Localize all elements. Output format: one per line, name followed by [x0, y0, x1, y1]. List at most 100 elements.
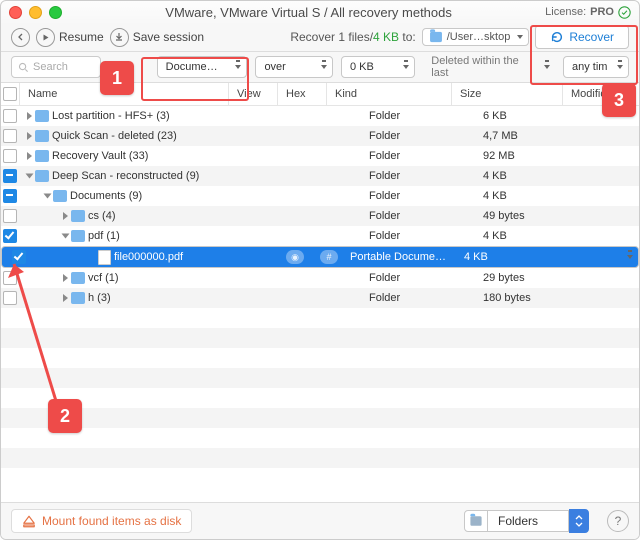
row-checkbox[interactable]: [3, 271, 17, 285]
row-checkbox[interactable]: [12, 250, 26, 264]
row-checkbox[interactable]: [3, 209, 17, 223]
toolbar: Resume Save session Recover 1 files/4 KB…: [1, 23, 639, 52]
row-checkbox[interactable]: [3, 109, 17, 123]
disclosure-icon[interactable]: [63, 212, 68, 220]
row-name: Quick Scan - deleted (23): [52, 130, 177, 142]
folder-icon: [35, 170, 49, 182]
table-row[interactable]: Recovery Vault (33)Folder92 MB: [1, 146, 639, 166]
row-kind: Folder: [365, 190, 479, 202]
resume-button[interactable]: Resume: [36, 28, 104, 47]
table-row[interactable]: vcf (1) Folder29 bytes: [1, 268, 639, 288]
download-icon: [110, 28, 129, 47]
filter-bar: Search Docume… over 0 KB Deleted within …: [1, 52, 639, 83]
table-row[interactable]: pdf (1)Folder4 KB: [1, 226, 639, 246]
search-icon: [18, 62, 29, 73]
table-row[interactable]: Documents (9)Folder4 KB: [1, 186, 639, 206]
table-row-empty: [1, 328, 639, 348]
disclosure-icon[interactable]: [63, 294, 68, 302]
recover-icon: [550, 30, 564, 44]
mount-icon: [22, 515, 36, 528]
folder-icon: [71, 292, 85, 304]
row-name: Deep Scan - reconstructed (9): [52, 170, 199, 182]
row-kind: Portable Docume…: [346, 251, 460, 263]
table-body: Lost partition - HFS+ (3)Folder6 KBQuick…: [1, 106, 639, 506]
close-icon[interactable]: [9, 6, 22, 19]
row-kind: Folder: [365, 292, 479, 304]
back-button[interactable]: [11, 28, 30, 47]
recover-button[interactable]: Recover: [535, 25, 629, 49]
row-checkbox[interactable]: [3, 149, 17, 163]
row-name: h (3): [88, 292, 111, 304]
table-row[interactable]: Lost partition - HFS+ (3)Folder6 KB: [1, 106, 639, 126]
window-controls: [9, 6, 62, 19]
folder-icon: [35, 110, 49, 122]
play-icon: [36, 28, 55, 47]
table-row[interactable]: h (3)Folder180 bytes: [1, 288, 639, 308]
view-mode-select[interactable]: Folders: [464, 509, 589, 533]
folder-icon: [464, 510, 488, 532]
arrow-left-icon: [11, 28, 30, 47]
col-view[interactable]: View: [229, 83, 278, 105]
select-all-checkbox[interactable]: [3, 87, 17, 101]
row-name: Recovery Vault (33): [52, 150, 148, 162]
table-row[interactable]: Quick Scan - deleted (23) Folder4,7 MB: [1, 126, 639, 146]
row-size: 4,7 MB: [479, 130, 579, 142]
table-row[interactable]: Deep Scan - reconstructed (9) Folder4 KB: [1, 166, 639, 186]
col-hex[interactable]: Hex: [278, 83, 327, 105]
minimize-icon[interactable]: [29, 6, 42, 19]
folder-icon: [430, 32, 442, 42]
row-kind: Folder: [365, 272, 479, 284]
kind-filter[interactable]: Docume…: [157, 56, 248, 78]
row-size: 4 KB: [479, 230, 579, 242]
save-session-button[interactable]: Save session: [110, 28, 204, 47]
disclosure-icon[interactable]: [62, 234, 70, 239]
col-kind[interactable]: Kind: [327, 83, 452, 105]
disclosure-icon[interactable]: [27, 112, 32, 120]
disclosure-icon[interactable]: [27, 152, 32, 160]
folder-icon: [71, 210, 85, 222]
row-size: 4 KB: [479, 170, 579, 182]
disclosure-icon[interactable]: [44, 194, 52, 199]
table-row-empty: [1, 368, 639, 388]
license-status: License: PRO: [545, 6, 631, 19]
search-input[interactable]: Search: [11, 56, 101, 78]
disclosure-icon[interactable]: [26, 174, 34, 179]
preview-icon[interactable]: ◉: [286, 250, 304, 264]
table-row[interactable]: cs (4)Folder49 bytes: [1, 206, 639, 226]
help-button[interactable]: ?: [607, 510, 629, 532]
hex-icon[interactable]: #: [320, 250, 338, 264]
row-checkbox[interactable]: [3, 291, 17, 305]
time-filter[interactable]: any tim: [563, 56, 629, 78]
table-row[interactable]: file000000.pdf◉#Portable Docume…4 KB: [1, 246, 639, 268]
disclosure-icon[interactable]: [63, 274, 68, 282]
size-op-filter[interactable]: over: [255, 56, 333, 78]
row-checkbox[interactable]: [3, 129, 17, 143]
callout-3: 3: [602, 83, 636, 117]
disclosure-icon[interactable]: [27, 132, 32, 140]
row-size: 49 bytes: [479, 210, 579, 222]
titlebar: VMware, VMware Virtual S / All recovery …: [1, 1, 639, 23]
table-row-empty: [1, 388, 639, 408]
folder-icon: [71, 230, 85, 242]
question-icon: ?: [615, 514, 622, 528]
row-size: 29 bytes: [479, 272, 579, 284]
row-name: vcf (1): [88, 272, 119, 284]
row-name: Documents (9): [70, 190, 142, 202]
file-icon: [98, 250, 111, 265]
row-kind: Folder: [365, 130, 479, 142]
col-size[interactable]: Size: [452, 83, 563, 105]
table-row-empty: [1, 428, 639, 448]
row-kind: Folder: [365, 170, 479, 182]
table-row-empty: [1, 348, 639, 368]
row-name: Lost partition - HFS+ (3): [52, 110, 170, 122]
table-row-empty: [1, 308, 639, 328]
row-checkbox[interactable]: [3, 189, 17, 203]
destination-path[interactable]: /User…sktop: [422, 28, 530, 46]
row-checkbox[interactable]: [3, 229, 17, 243]
row-checkbox[interactable]: [3, 169, 17, 183]
row-size: 92 MB: [479, 150, 579, 162]
zoom-icon[interactable]: [49, 6, 62, 19]
size-val-filter[interactable]: 0 KB: [341, 56, 415, 78]
mount-button[interactable]: Mount found items as disk: [11, 509, 192, 533]
row-name: file000000.pdf: [114, 251, 183, 263]
